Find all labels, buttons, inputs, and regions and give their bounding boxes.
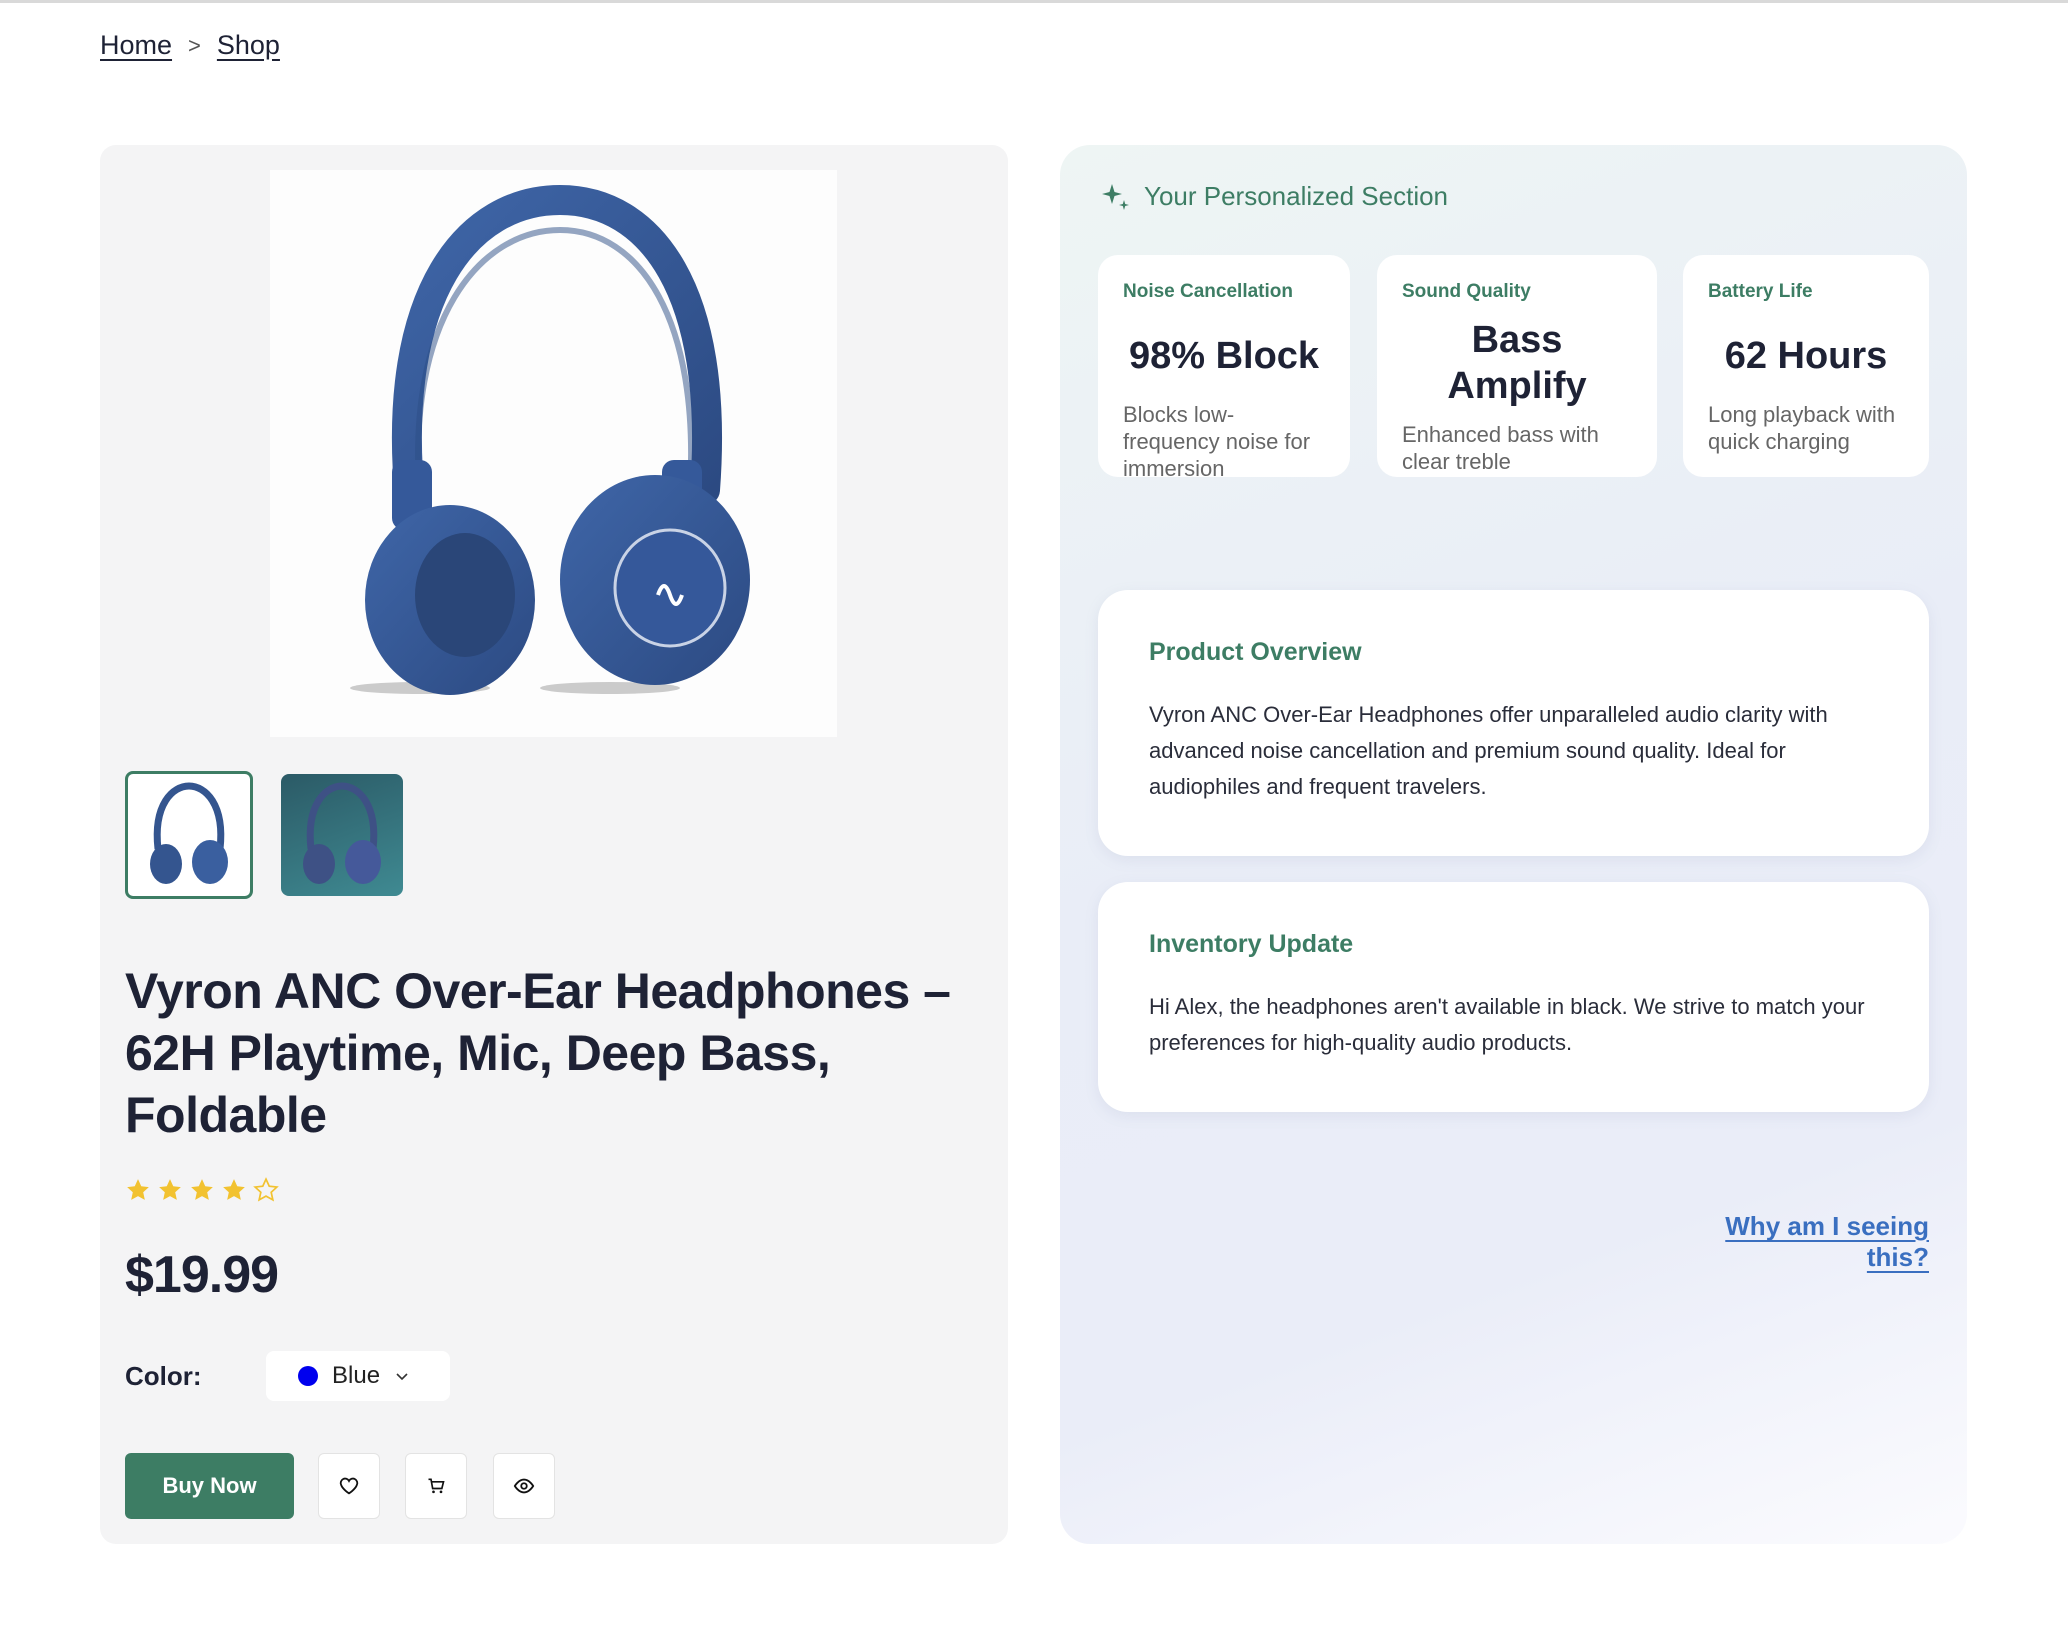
thumbnail-2[interactable] xyxy=(281,774,403,896)
add-to-cart-button[interactable] xyxy=(405,1453,467,1519)
product-overview-text: Vyron ANC Over-Ear Headphones offer unpa… xyxy=(1149,702,1828,799)
stat-value: 98% Block xyxy=(1128,335,1320,377)
stat-description: Enhanced bass with clear treble xyxy=(1402,422,1599,474)
product-overview-title: Product Overview xyxy=(1149,638,1362,666)
breadcrumb-shop-link[interactable]: Shop xyxy=(217,30,280,61)
stat-description: Blocks low-frequency noise for immersion xyxy=(1123,402,1311,481)
quick-view-button[interactable] xyxy=(493,1453,555,1519)
stat-value: 62 Hours xyxy=(1724,335,1888,377)
chevron-down-icon xyxy=(396,1373,408,1381)
inventory-update-text: Hi Alex, the headphones aren't available… xyxy=(1149,994,1865,1055)
star-outline-icon xyxy=(253,1177,279,1202)
headphones-thumbnail-image xyxy=(303,782,381,884)
stat-label: Sound Quality xyxy=(1402,281,1531,302)
stat-card-noise-cancellation: Noise Cancellation 98% Block Blocks low-… xyxy=(1098,255,1350,481)
cart-icon xyxy=(428,1478,445,1494)
why-am-i-seeing-this-link[interactable]: Why am I seeing this? xyxy=(1663,1211,1929,1273)
heart-icon xyxy=(339,1477,359,1495)
product-overview-card: Product Overview Vyron ANC Over-Ear Head… xyxy=(1098,590,1929,856)
top-divider xyxy=(0,0,2068,3)
color-label: Color: xyxy=(125,1361,202,1391)
headphones-image xyxy=(350,184,750,695)
inventory-update-card: Inventory Update Hi Alex, the headphones… xyxy=(1098,882,1929,1112)
personalized-section: Your Personalized Section Noise Cancella… xyxy=(1060,145,1967,1544)
eye-icon xyxy=(513,1478,535,1494)
stat-label: Noise Cancellation xyxy=(1123,281,1293,302)
breadcrumb-separator: > xyxy=(188,32,201,58)
color-value: Blue xyxy=(332,1362,381,1389)
stat-value: Bass Amplify xyxy=(1447,319,1587,407)
sparkle-icon xyxy=(1102,183,1129,210)
stat-description: Long playback with quick charging xyxy=(1708,402,1896,454)
star-icon xyxy=(223,1179,245,1200)
personalized-header: Your Personalized Section xyxy=(1100,181,1448,212)
star-icon xyxy=(127,1179,149,1200)
headphones-thumbnail-image xyxy=(150,782,228,884)
buy-now-button[interactable]: Buy Now xyxy=(125,1453,294,1519)
thumbnail-1[interactable] xyxy=(125,771,253,899)
star-icon xyxy=(191,1179,213,1200)
star-icon xyxy=(159,1179,181,1200)
wishlist-button[interactable] xyxy=(318,1453,380,1519)
product-price: $19.99 xyxy=(125,1246,279,1304)
product-title: Vyron ANC Over-Ear Headphones – 62H Play… xyxy=(125,963,951,1143)
product-main-image xyxy=(270,170,837,737)
breadcrumb: Home > Shop xyxy=(100,30,280,61)
color-dropdown[interactable]: Blue xyxy=(266,1351,450,1401)
stat-label: Battery Life xyxy=(1708,281,1813,302)
breadcrumb-home-link[interactable]: Home xyxy=(100,30,172,61)
color-swatch xyxy=(298,1366,318,1386)
inventory-update-title: Inventory Update xyxy=(1149,930,1354,958)
stat-card-battery-life: Battery Life 62 Hours Long playback with… xyxy=(1683,255,1929,477)
stat-card-sound-quality: Sound Quality Bass Amplify Enhanced bass… xyxy=(1377,255,1657,477)
rating-stars xyxy=(125,1177,279,1203)
personalized-heading: Your Personalized Section xyxy=(1144,181,1449,211)
product-card: Vyron ANC Over-Ear Headphones – 62H Play… xyxy=(100,145,1008,1544)
